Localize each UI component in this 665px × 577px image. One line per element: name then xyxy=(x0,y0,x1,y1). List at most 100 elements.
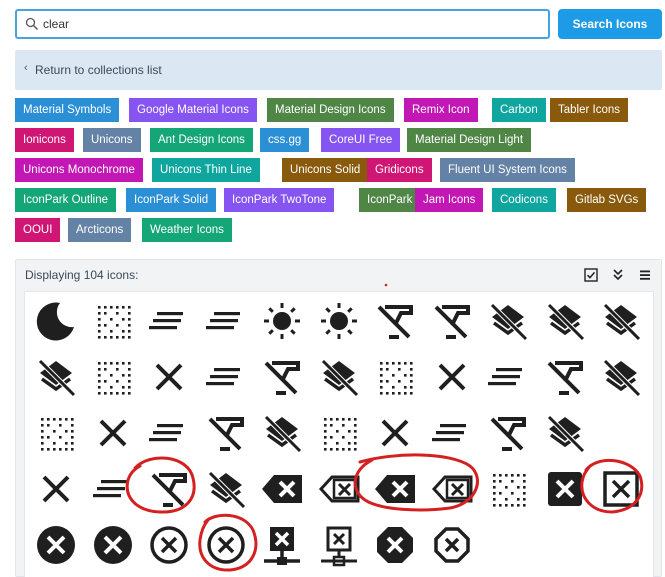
search-icons-button[interactable]: Search Icons xyxy=(558,9,662,39)
checkbox-icon[interactable] xyxy=(583,267,599,283)
icon-grid-item[interactable] xyxy=(597,297,645,345)
icon-grid-item[interactable] xyxy=(145,521,193,569)
icon-grid-item[interactable] xyxy=(145,353,193,401)
collection-tag[interactable]: Material Symbols xyxy=(15,98,120,122)
collection-tag[interactable]: Ant Design Icons xyxy=(150,128,253,152)
format-clear-icon xyxy=(151,473,187,507)
icon-grid-item[interactable] xyxy=(258,297,306,345)
icon-grid-item[interactable] xyxy=(315,353,363,401)
icon-grid-item[interactable] xyxy=(315,409,363,457)
icon-grid-item[interactable] xyxy=(202,353,250,401)
return-to-collections-link[interactable]: ‹ Return to collections list xyxy=(15,50,662,90)
icon-grid-item[interactable] xyxy=(428,465,476,513)
icon-grid-item[interactable] xyxy=(258,521,306,569)
collection-tag[interactable]: Unicons Monochrome xyxy=(15,158,143,182)
icon-grid-item[interactable] xyxy=(202,465,250,513)
collection-tag[interactable]: Gitlab SVGs xyxy=(567,188,647,212)
collection-tag[interactable]: OOUI xyxy=(15,218,61,242)
collection-tag[interactable]: Arcticons xyxy=(68,218,132,242)
icon-grid-item[interactable] xyxy=(258,353,306,401)
icon-grid-item[interactable] xyxy=(89,409,137,457)
collection-tag[interactable]: IconPark TwoTone xyxy=(224,188,335,212)
backspace-outline-icon xyxy=(431,475,472,503)
close-box-outline-icon xyxy=(603,471,639,507)
octagon-close-outline-icon xyxy=(433,527,470,563)
collection-tag[interactable]: IconPark Solid xyxy=(126,188,217,212)
icon-grid-item[interactable] xyxy=(145,465,193,513)
collection-tag[interactable]: Ionicons xyxy=(15,128,74,152)
icon-grid-item[interactable] xyxy=(541,465,589,513)
collection-tag[interactable]: Remix Icon xyxy=(404,98,478,122)
icon-grid-item[interactable] xyxy=(89,521,137,569)
icon-grid-item[interactable] xyxy=(315,297,363,345)
icon-grid-item[interactable] xyxy=(484,353,532,401)
icon-grid-item[interactable] xyxy=(541,409,589,457)
icon-grid-item[interactable] xyxy=(428,409,476,457)
icon-grid-item[interactable] xyxy=(371,521,419,569)
icon-grid-item[interactable] xyxy=(371,297,419,345)
collection-tag[interactable]: Jam Icons xyxy=(415,188,484,212)
icon-grid-item[interactable] xyxy=(89,297,137,345)
icon-grid-item[interactable] xyxy=(428,353,476,401)
collection-tag[interactable]: Tabler Icons xyxy=(550,98,629,122)
icon-grid-item[interactable] xyxy=(32,297,80,345)
icon-grid-item[interactable] xyxy=(315,465,363,513)
icon-grid-item[interactable] xyxy=(145,409,193,457)
search-input[interactable] xyxy=(43,14,533,34)
layers-clear-icon xyxy=(603,359,641,397)
collection-tag[interactable]: Unicons Thin Line xyxy=(152,158,260,182)
icon-grid-item[interactable] xyxy=(89,465,137,513)
clear-all-dots-icon xyxy=(493,474,526,507)
collection-tag[interactable]: Unicons Solid xyxy=(282,158,369,182)
collection-tag[interactable]: Google Material Icons xyxy=(129,98,257,122)
icon-grid-item[interactable] xyxy=(258,465,306,513)
icon-grid-item[interactable] xyxy=(315,521,363,569)
icon-grid-item[interactable] xyxy=(371,465,419,513)
format-clear-icon xyxy=(264,361,300,395)
collection-tag[interactable]: IconPark xyxy=(359,188,421,212)
clear-all-dots-icon xyxy=(380,362,413,395)
icon-grid-item[interactable] xyxy=(484,297,532,345)
icon-grid-item[interactable] xyxy=(371,409,419,457)
collection-tag[interactable]: Gridicons xyxy=(367,158,432,182)
icon-grid-item[interactable] xyxy=(202,521,250,569)
menu-icon[interactable] xyxy=(637,267,653,283)
icon-grid-item[interactable] xyxy=(32,521,80,569)
icon-grid-item[interactable] xyxy=(32,409,80,457)
icon-grid-item[interactable] xyxy=(371,353,419,401)
icon-grid-item[interactable] xyxy=(258,409,306,457)
collection-tag[interactable]: Fluent UI System Icons xyxy=(440,158,575,182)
close-icon xyxy=(438,363,465,391)
layers-clear-icon xyxy=(320,359,359,397)
icon-grid-item[interactable] xyxy=(541,297,589,345)
collection-tag[interactable]: Material Design Icons xyxy=(267,98,394,122)
icon-grid-item[interactable] xyxy=(484,465,532,513)
icon-grid-item[interactable] xyxy=(541,353,589,401)
search-field[interactable] xyxy=(15,9,550,39)
icon-grid-item[interactable] xyxy=(428,297,476,345)
double-chevron-down-icon[interactable] xyxy=(610,267,626,283)
icon-grid-item[interactable] xyxy=(89,353,137,401)
icon-grid-item[interactable] xyxy=(202,297,250,345)
collection-tag[interactable]: Codicons xyxy=(492,188,556,212)
backspace-icon xyxy=(262,475,302,503)
collection-tag[interactable]: CoreUI Free xyxy=(321,128,401,152)
close-icon xyxy=(99,419,126,447)
icon-grid-item[interactable] xyxy=(202,409,250,457)
icon-grid-item[interactable] xyxy=(484,409,532,457)
icon-grid-item[interactable] xyxy=(32,353,80,401)
icon-grid-item[interactable] xyxy=(597,353,645,401)
collection-tag[interactable]: Weather Icons xyxy=(142,218,232,242)
collection-tag[interactable]: css.gg xyxy=(260,128,310,152)
icon-grid-item[interactable] xyxy=(32,465,80,513)
layers-clear-icon xyxy=(603,303,641,341)
collection-tag[interactable]: Material Design Light xyxy=(407,128,532,152)
search-row: Search Icons xyxy=(15,8,665,40)
icon-grid-item[interactable] xyxy=(428,521,476,569)
collection-tag[interactable]: Unicons xyxy=(83,128,141,152)
collection-tag[interactable]: Carbon xyxy=(492,98,546,122)
icon-count-label: Displaying 104 icons: xyxy=(25,268,139,282)
collection-tag[interactable]: IconPark Outline xyxy=(15,188,117,212)
icon-grid-item[interactable] xyxy=(145,297,193,345)
icon-grid-item[interactable] xyxy=(597,465,645,513)
